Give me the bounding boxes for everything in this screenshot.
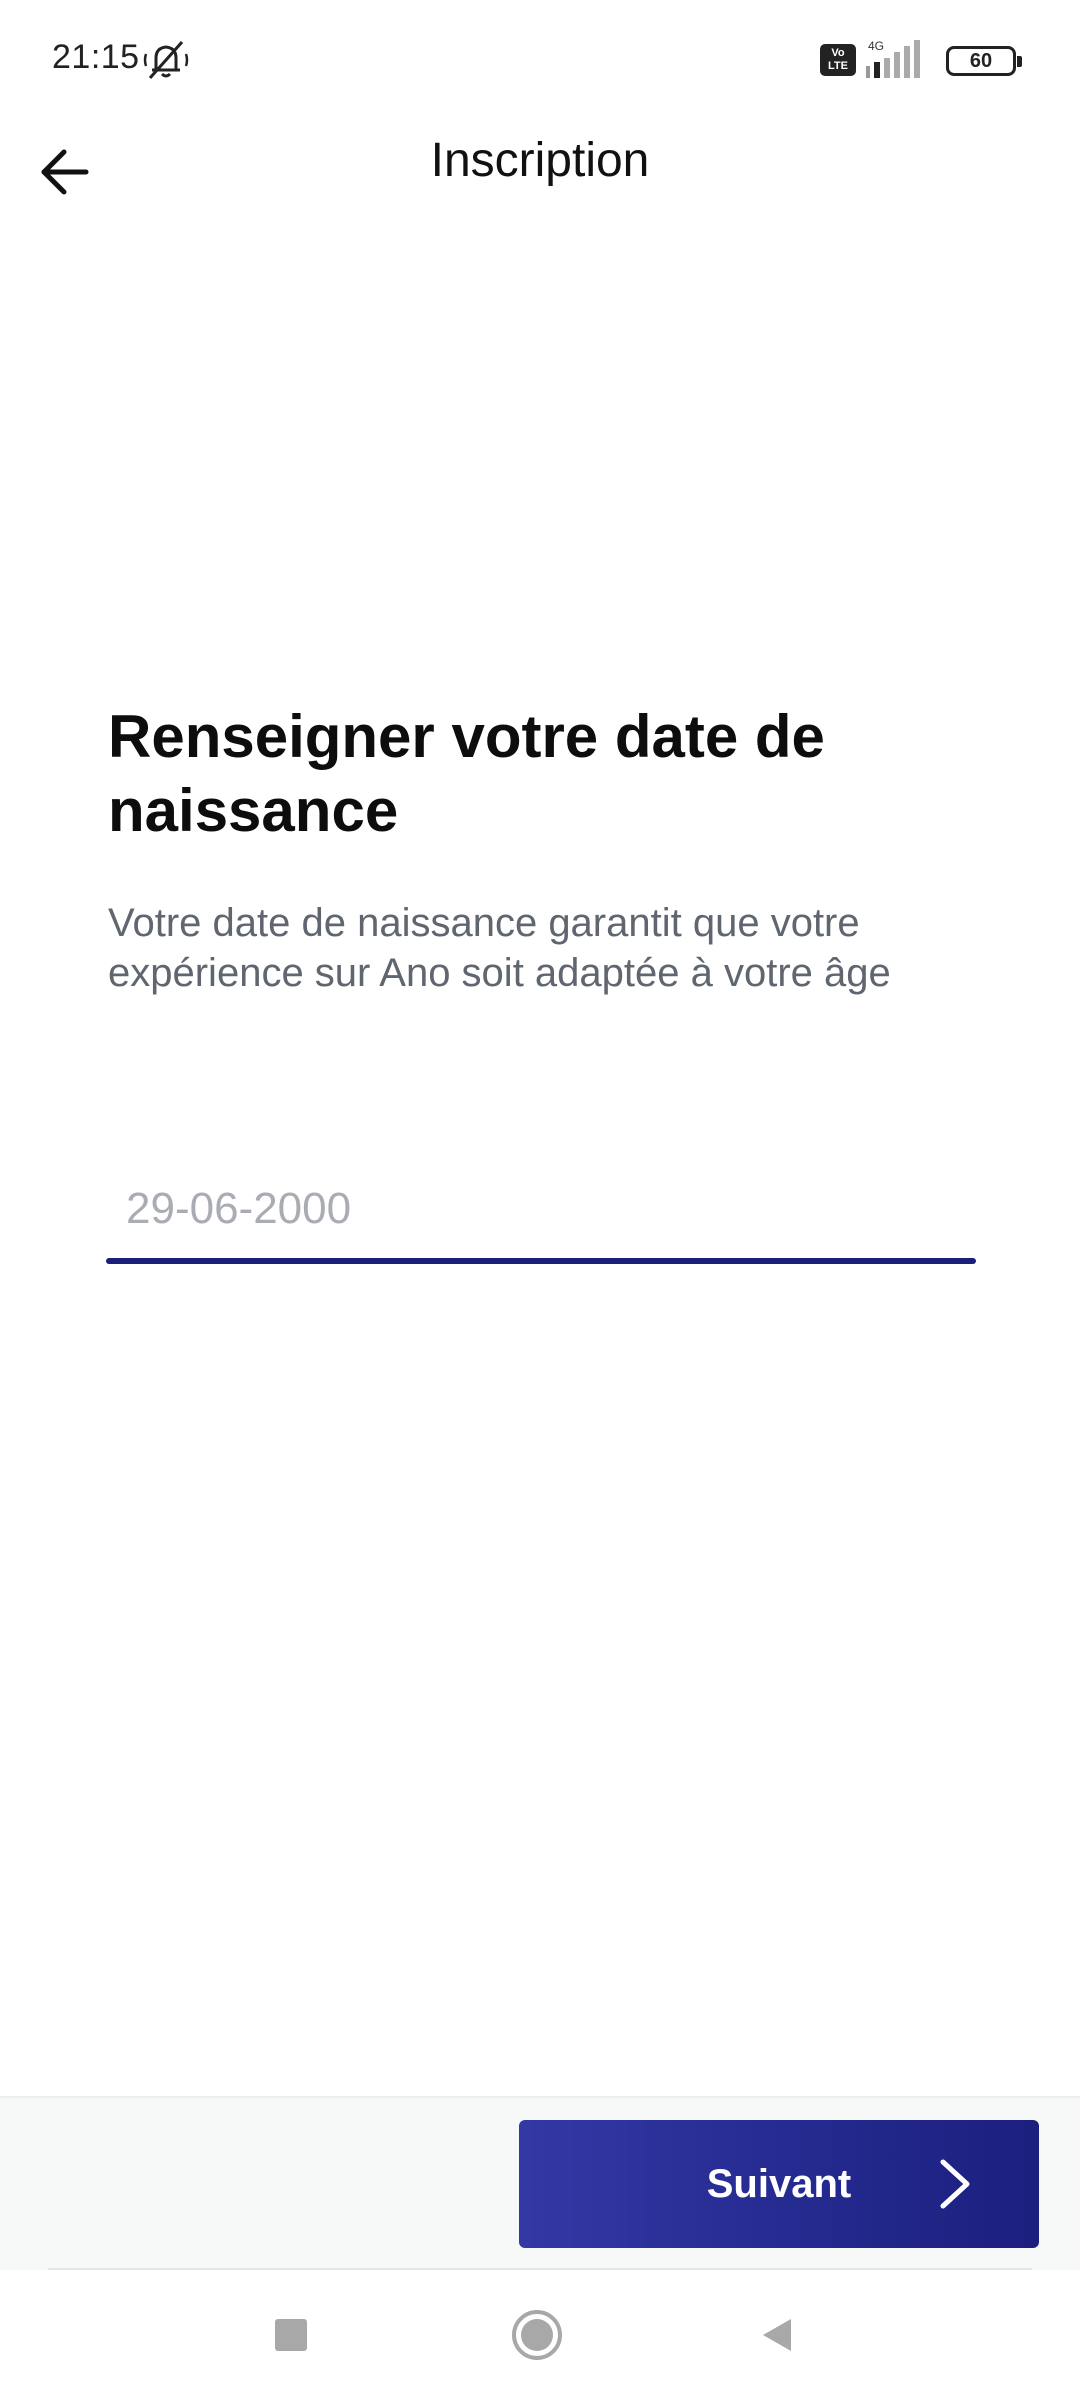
- volte-icon: Vo LTE: [820, 44, 856, 76]
- arrow-left-icon: [41, 149, 89, 195]
- bell-off-icon: [143, 41, 189, 79]
- nav-back-button[interactable]: [742, 2300, 812, 2370]
- back-button[interactable]: [28, 136, 100, 208]
- system-nav-bar: [0, 2270, 1080, 2400]
- battery-icon: 60: [946, 46, 1022, 76]
- circle-icon: [512, 2310, 562, 2360]
- status-bar: 21:15 Vo LTE 4G 60: [0, 0, 1080, 120]
- birthdate-heading: Renseigner votre date de naissance: [108, 703, 825, 844]
- app-bar: Inscription: [0, 120, 1080, 230]
- triangle-left-icon: [763, 2319, 791, 2351]
- battery-level: 60: [969, 50, 993, 72]
- chevron-right-icon: [940, 2159, 970, 2209]
- square-icon: [275, 2319, 307, 2351]
- birthdate-description: Votre date de naissance garantit que vot…: [108, 901, 891, 995]
- status-time: 21:15: [52, 38, 140, 76]
- volte-label: Vo LTE: [828, 47, 848, 72]
- birthdate-input[interactable]: [106, 1160, 976, 1258]
- page-title: Inscription: [430, 134, 650, 187]
- recents-button[interactable]: [256, 2300, 326, 2370]
- signal-icon: 4G: [866, 39, 920, 78]
- input-underline: [106, 1258, 976, 1264]
- next-button[interactable]: Suivant: [519, 2120, 1039, 2248]
- network-type-label: 4G: [868, 39, 884, 53]
- birthdate-field: [106, 1160, 976, 1264]
- home-button[interactable]: [502, 2300, 572, 2370]
